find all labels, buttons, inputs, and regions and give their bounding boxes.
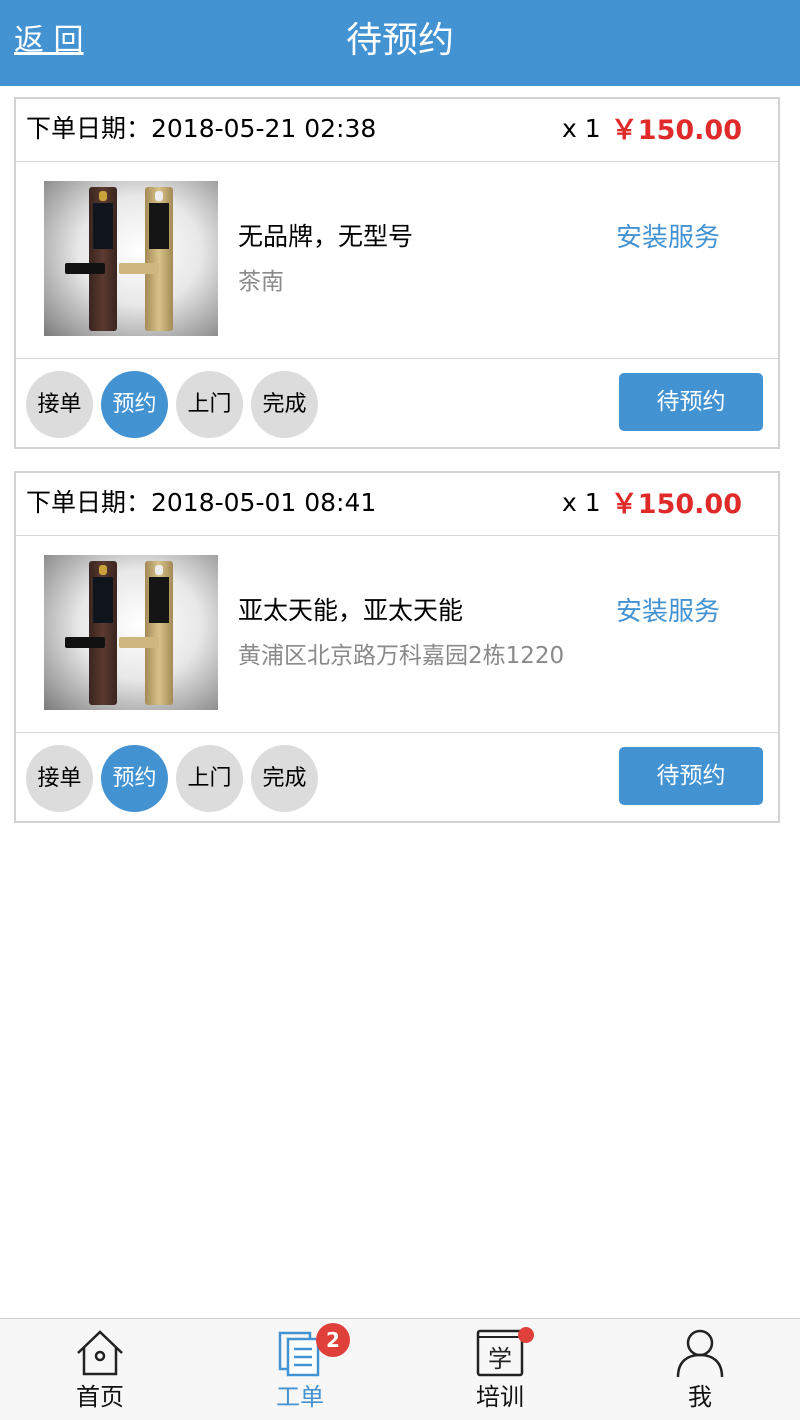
pending-appointment-button[interactable]: 待预约 bbox=[619, 747, 763, 805]
order-card[interactable]: 下单日期：2018-05-01 08:41 x 1 ￥150.00 亚太天能，亚… bbox=[14, 471, 780, 823]
home-icon bbox=[77, 1330, 123, 1376]
tab-me-label: 我 bbox=[688, 1383, 712, 1411]
service-type: 安装服务 bbox=[616, 597, 721, 627]
tab-home[interactable]: 首页 bbox=[0, 1319, 200, 1420]
product-image bbox=[44, 181, 218, 336]
top-bar: 返 回 待预约 bbox=[0, 0, 800, 86]
order-price: ￥150.00 bbox=[610, 489, 742, 520]
work-order-badge: 2 bbox=[316, 1323, 350, 1357]
customer-address: 茶南 bbox=[238, 269, 284, 295]
order-header: 下单日期：2018-05-01 08:41 x 1 ￥150.00 bbox=[16, 473, 778, 536]
tab-work-orders[interactable]: 2 工单 bbox=[200, 1319, 400, 1420]
user-icon bbox=[676, 1329, 724, 1378]
step-accept: 接单 bbox=[26, 745, 93, 812]
order-footer: 接单 预约 上门 完成 待预约 bbox=[16, 733, 778, 821]
step-appointment: 预约 bbox=[101, 371, 168, 438]
tab-training-label: 培训 bbox=[476, 1383, 524, 1411]
order-price: ￥150.00 bbox=[610, 115, 742, 146]
service-type: 安装服务 bbox=[616, 223, 721, 253]
step-complete: 完成 bbox=[251, 371, 318, 438]
order-quantity: x 1 bbox=[562, 114, 601, 143]
tab-home-label: 首页 bbox=[76, 1383, 124, 1411]
pending-appointment-button[interactable]: 待预约 bbox=[619, 373, 763, 431]
product-name: 亚太天能，亚太天能 bbox=[238, 596, 464, 625]
order-date: 下单日期：2018-05-21 02:38 bbox=[26, 114, 377, 143]
tab-work-orders-label: 工单 bbox=[276, 1383, 324, 1411]
order-quantity: x 1 bbox=[562, 488, 601, 517]
tab-training[interactable]: 学 培训 bbox=[400, 1319, 600, 1420]
order-header: 下单日期：2018-05-21 02:38 x 1 ￥150.00 bbox=[16, 99, 778, 162]
bottom-tab-bar: 首页 2 工单 学 培训 我 bbox=[0, 1318, 800, 1420]
customer-address: 黄浦区北京路万科嘉园2栋1220 bbox=[238, 643, 565, 669]
training-notification-dot bbox=[518, 1327, 534, 1343]
order-date: 下单日期：2018-05-01 08:41 bbox=[26, 488, 377, 517]
product-name: 无品牌，无型号 bbox=[238, 222, 414, 251]
step-visit: 上门 bbox=[176, 745, 243, 812]
step-complete: 完成 bbox=[251, 745, 318, 812]
training-icon-text: 学 bbox=[488, 1345, 512, 1373]
order-body: 亚太天能，亚太天能 黄浦区北京路万科嘉园2栋1220 安装服务 bbox=[16, 536, 778, 733]
tab-me[interactable]: 我 bbox=[600, 1319, 800, 1420]
order-body: 无品牌，无型号 茶南 安装服务 bbox=[16, 162, 778, 359]
page-title: 待预约 bbox=[345, 20, 454, 61]
step-visit: 上门 bbox=[176, 371, 243, 438]
step-appointment: 预约 bbox=[101, 745, 168, 812]
order-footer: 接单 预约 上门 完成 待预约 bbox=[16, 359, 778, 447]
order-card[interactable]: 下单日期：2018-05-21 02:38 x 1 ￥150.00 无品牌，无型… bbox=[14, 97, 780, 449]
product-image bbox=[44, 555, 218, 710]
step-accept: 接单 bbox=[26, 371, 93, 438]
